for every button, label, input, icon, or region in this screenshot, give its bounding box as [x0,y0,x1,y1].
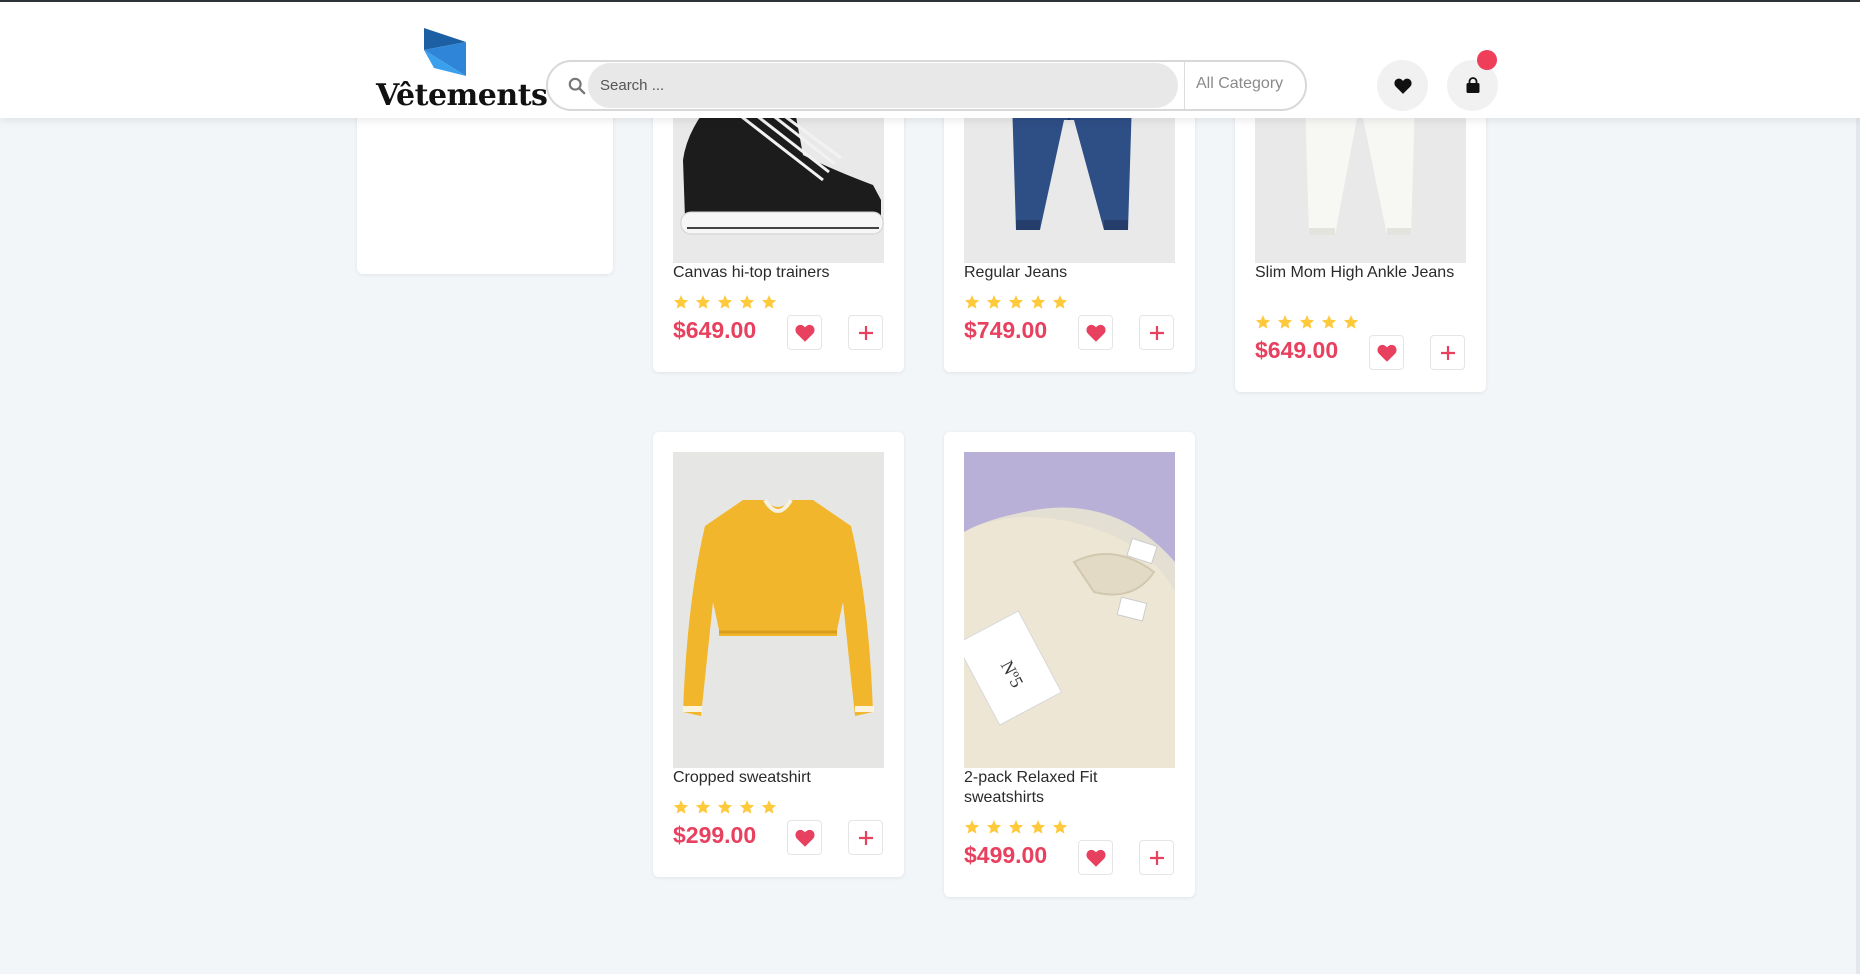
product-image[interactable] [673,452,884,768]
star-icon [695,800,711,814]
product-card[interactable]: Regular Jeans $749.00 [944,100,1195,372]
site-logo[interactable]: Vêtements [374,28,548,114]
star-icon [964,820,980,834]
plus-icon [1440,345,1455,360]
star-icon [1052,295,1068,309]
filter-sidebar-panel [357,100,613,274]
search-icon[interactable] [568,77,586,95]
star-icon [1343,315,1359,329]
star-icon [964,295,980,309]
product-rating [673,294,777,310]
star-icon [1030,820,1046,834]
star-icon [695,295,711,309]
product-card[interactable]: Slim Mom High Ankle Jeans $649.00 [1235,100,1486,392]
product-image[interactable]: Nº5 [964,452,1175,768]
cart-count-badge [1477,50,1497,70]
star-icon [1052,820,1068,834]
plus-icon [1149,325,1164,340]
plus-icon [858,325,873,340]
site-header: Vêtements All Category [0,0,1860,118]
star-icon [1299,315,1315,329]
add-to-wishlist-button[interactable] [1078,315,1113,350]
star-icon [717,295,733,309]
logo-text: Vêtements [376,78,548,113]
star-icon [1321,315,1337,329]
shopping-bag-icon [1466,77,1479,93]
star-icon [1030,295,1046,309]
product-name[interactable]: Regular Jeans [964,263,1175,283]
product-image[interactable] [673,100,884,263]
product-name[interactable]: Canvas hi-top trainers [673,263,884,283]
product-card[interactable]: Cropped sweatshirt $299.00 [653,432,904,877]
product-price: $499.00 [964,842,1048,868]
star-icon [986,820,1002,834]
product-price: $649.00 [1255,337,1339,363]
category-select[interactable]: All Category [1196,75,1283,93]
product-price: $299.00 [673,822,757,848]
heart-icon [1085,849,1106,867]
plus-icon [858,830,873,845]
star-icon [717,800,733,814]
product-card[interactable]: Canvas hi-top trainers $649.00 [653,100,904,372]
add-to-wishlist-button[interactable] [1369,335,1404,370]
star-icon [761,295,777,309]
star-icon [739,295,755,309]
product-price: $749.00 [964,317,1048,343]
product-name[interactable]: Cropped sweatshirt [673,768,884,788]
logo-flag-icon [424,28,466,76]
scrollbar[interactable] [1856,118,1860,974]
product-rating [1255,314,1359,330]
add-to-cart-button[interactable] [1139,840,1174,875]
add-to-wishlist-button[interactable] [1078,840,1113,875]
star-icon [761,800,777,814]
heart-icon [1085,324,1106,342]
heart-icon [1376,344,1397,362]
star-icon [1255,315,1271,329]
star-icon [673,295,689,309]
product-image[interactable] [964,100,1175,263]
product-rating [964,819,1068,835]
star-icon [1277,315,1293,329]
add-to-cart-button[interactable] [848,315,883,350]
window-top-border [0,0,1860,2]
product-rating [964,294,1068,310]
heart-icon [794,829,815,847]
heart-icon [794,324,815,342]
star-icon [1008,295,1024,309]
add-to-cart-button[interactable] [1139,315,1174,350]
add-to-cart-button[interactable] [1430,335,1465,370]
plus-icon [1149,850,1164,865]
search-divider [1184,62,1185,109]
add-to-wishlist-button[interactable] [787,315,822,350]
product-name[interactable]: Slim Mom High Ankle Jeans [1255,263,1466,283]
star-icon [673,800,689,814]
add-to-wishlist-button[interactable] [787,820,822,855]
search-input[interactable] [588,63,1178,108]
heart-icon [1393,78,1412,94]
product-image[interactable] [1255,100,1466,263]
product-price: $649.00 [673,317,757,343]
product-card[interactable]: Nº5 2-pack Relaxed Fit sweatshirts $499.… [944,432,1195,897]
product-rating [673,799,777,815]
product-name[interactable]: 2-pack Relaxed Fit sweatshirts [964,768,1175,808]
wishlist-button[interactable] [1377,60,1428,111]
add-to-cart-button[interactable] [848,820,883,855]
search-bar: All Category [546,60,1307,111]
star-icon [739,800,755,814]
star-icon [1008,820,1024,834]
star-icon [986,295,1002,309]
